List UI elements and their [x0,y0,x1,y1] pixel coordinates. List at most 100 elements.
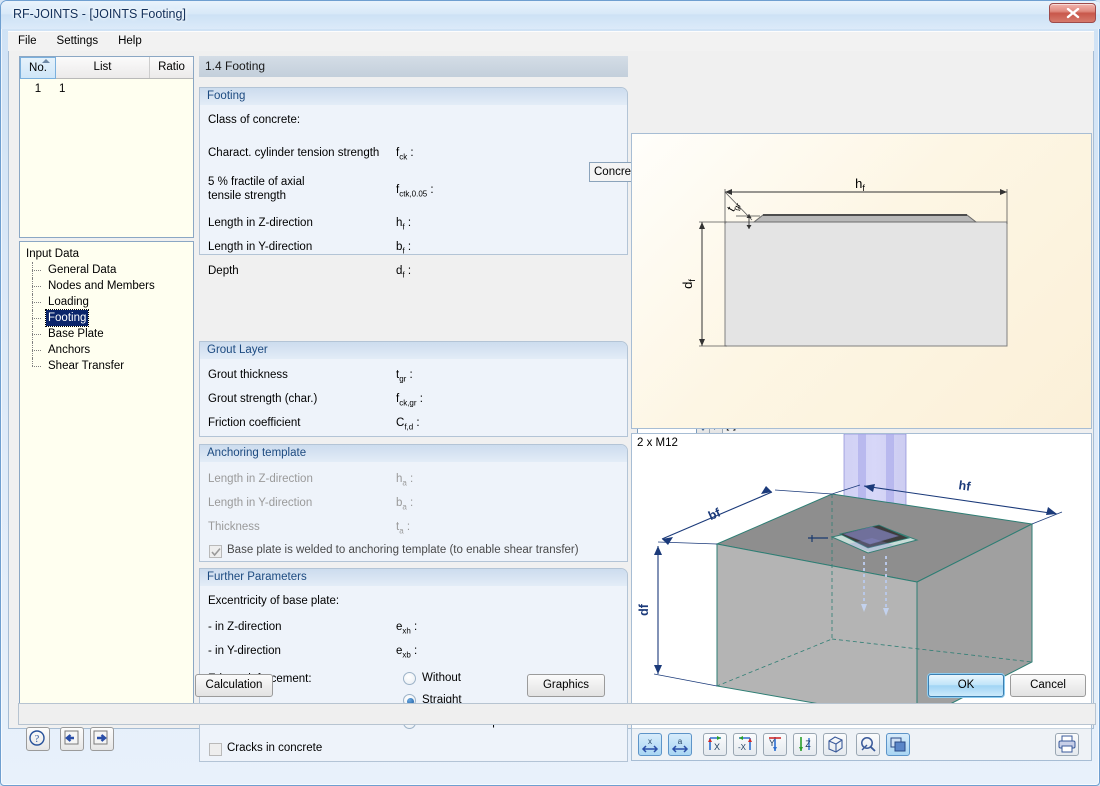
menu-item-help[interactable]: Help [108,32,152,50]
dim-label-hf: hf [855,176,865,193]
sidebar-item-loading[interactable]: Loading [24,294,193,310]
svg-text:x: x [648,737,652,746]
zoom-to-fit-x-button[interactable]: x [638,733,662,756]
joint-list-table[interactable]: No. List Ratio 1 1 [19,56,194,238]
tree-item-label: Base Plate [48,328,104,340]
cracks-in-concrete-checkbox[interactable] [209,743,222,756]
calculation-button[interactable]: Calculation [195,674,273,697]
column-header-no[interactable]: No. [20,57,56,79]
layers-icon [890,737,906,752]
tree-root-input-data[interactable]: Input Data [24,246,193,262]
view-negative-x-button[interactable]: -X [733,733,757,756]
cell-ratio [150,80,193,99]
column-header-list[interactable]: List [56,57,150,78]
sidebar-item-general-data[interactable]: General Data [24,262,193,278]
fit-all-icon: a [671,737,689,753]
group-footing: Footing Class of concrete: Charact. cyli… [199,87,628,279]
cfd-symbol: Cf,d : [396,417,420,432]
welded-checkbox[interactable] [209,545,222,558]
exb-label: - in Y-direction [208,645,281,657]
sidebar-item-shear-transfer[interactable]: Shear Transfer [24,358,193,374]
ba-symbol: ba : [396,497,414,512]
exh-label: - in Z-direction [208,621,282,633]
isometric-view-button[interactable] [823,733,847,756]
arrow-left-icon [64,730,79,745]
group-further-parameters: Further Parameters Excentricity of base … [199,568,628,762]
client-area: No. List Ratio 1 1 Input Data General Da… [8,51,1096,762]
cell-no: 1 [34,83,42,95]
window-title: RF-JOINTS - [JOINTS Footing] [13,7,186,21]
zoom-reset-button[interactable] [856,733,880,756]
magnifier-icon [861,737,876,752]
welded-checkbox-label[interactable]: Base plate is welded to anchoring templa… [227,544,579,556]
fit-x-icon: x [641,737,659,753]
tree-item-label: Anchors [48,344,91,356]
hf-label: Length in Z-direction [208,217,313,229]
eccentricity-label: Excentricity of base plate: [208,595,340,607]
group-header-footing: Footing [200,88,627,105]
main-form-panel: 1.4 Footing Footing Class of concrete: C… [199,56,769,762]
bf-symbol: bf : [396,241,412,256]
close-icon[interactable] [1049,3,1096,23]
sidebar-item-footing[interactable]: Footing [24,309,193,327]
hf-symbol: hf : [396,217,412,232]
ha-label: Length in Z-direction [208,473,313,485]
df-label: Depth [208,265,239,277]
df-symbol: df : [396,265,412,280]
axis-y-icon: Y [769,737,781,751]
print-button[interactable] [1055,733,1079,756]
sidebar-item-anchors[interactable]: Anchors [24,342,193,358]
ba-label: Length in Y-direction [208,497,313,509]
help-button[interactable]: ? [26,727,50,751]
sidebar-item-nodes-and-members[interactable]: Nodes and Members [24,278,193,294]
menu-item-file[interactable]: File [8,32,47,50]
ha-symbol: ha : [396,473,414,488]
fctk-label-line1: 5 % fractile of axial [208,176,305,188]
view-x-button[interactable]: X [703,733,727,756]
zoom-to-fit-all-button[interactable]: a [668,733,692,756]
exh-symbol: exh : [396,621,418,636]
button-bar: Calculation Graphics OK Cancel [9,670,1095,702]
sidebar-item-base-plate[interactable]: Base Plate [24,326,193,342]
fctk-label-line2: tensile strength [208,190,286,202]
ok-button[interactable]: OK [928,674,1004,697]
render-mode-button[interactable] [886,733,910,756]
grout-strength-label: Grout strength (char.) [208,393,318,405]
title-bar: RF-JOINTS - [JOINTS Footing] [1,1,1100,29]
fckgr-symbol: fck,gr : [396,393,423,408]
anchor-annotation: 2 x M12 [637,437,678,449]
svg-text:-X: -X [738,743,747,752]
tree-item-label: Loading [48,296,89,308]
view-y-button[interactable]: Y [763,733,787,756]
graphics-button[interactable]: Graphics [527,674,605,697]
view-toolbar: x a X -X Y Z [632,728,1091,760]
fck-label: Charact. cylinder tension strength [208,147,380,159]
checkmark-icon [211,548,221,557]
fctk-symbol: fctk,0.05 : [396,184,434,199]
tree-item-label: Nodes and Members [48,280,155,292]
tree-item-label: Shear Transfer [48,360,125,372]
dim-label-df-3d: df [637,603,651,616]
cube-icon [828,736,843,753]
next-button[interactable] [90,727,114,751]
tgr-symbol: tgr : [396,369,413,384]
svg-text:?: ? [35,734,40,745]
ta-symbol: ta : [396,521,411,536]
column-header-ratio[interactable]: Ratio [150,57,193,78]
bf-label: Length in Y-direction [208,241,313,253]
cancel-button[interactable]: Cancel [1010,674,1086,697]
previous-button[interactable] [60,727,84,751]
menu-item-settings[interactable]: Settings [47,32,109,50]
page-title: 1.4 Footing [199,56,628,77]
status-bar [18,703,1096,725]
view-z-button[interactable]: Z [793,733,817,756]
group-header-grout: Grout Layer [200,342,627,359]
exb-symbol: exb : [396,645,418,660]
application-window: RF-JOINTS - [JOINTS Footing] File Settin… [0,0,1100,786]
close-glyph [1066,8,1080,19]
navigation-tree[interactable]: Input Data General Data Nodes and Member… [19,241,194,716]
class-of-concrete-label: Class of concrete: [208,114,301,126]
cracks-in-concrete-label[interactable]: Cracks in concrete [227,742,322,754]
sort-ascending-icon [42,59,50,63]
group-grout-layer: Grout Layer Grout thickness tgr : Grout … [199,341,628,437]
